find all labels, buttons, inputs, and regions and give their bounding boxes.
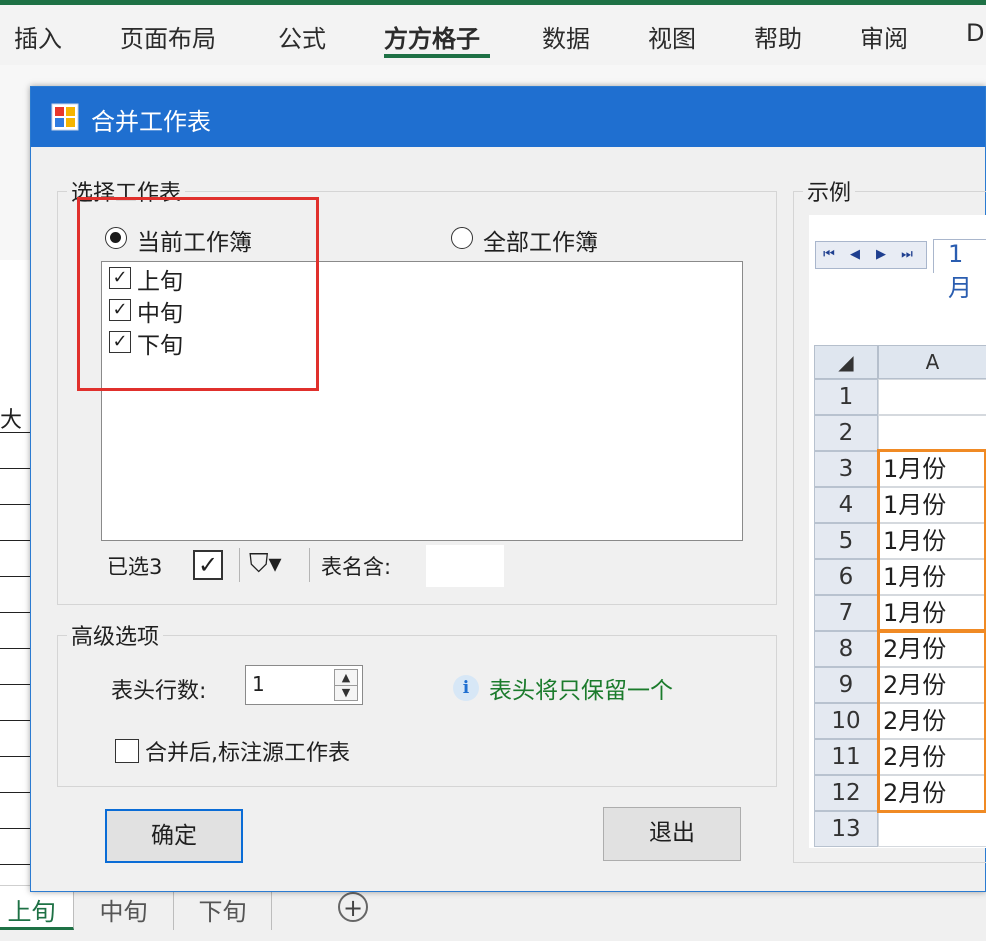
- row-header: 10: [814, 703, 878, 739]
- radio-all-workbooks[interactable]: [451, 227, 473, 249]
- spinner-buttons: ▲ ▼: [334, 669, 358, 701]
- sheet-tab-bar: 上旬 中旬 下旬: [0, 885, 986, 941]
- radio-all-workbooks-label[interactable]: 全部工作簿: [483, 223, 598, 257]
- header-rows-spinner[interactable]: 1 ▲ ▼: [245, 665, 363, 705]
- select-all-corner: ◢: [814, 345, 878, 379]
- example-cell: [878, 811, 986, 847]
- row-header: 9: [814, 667, 878, 703]
- cell-border: [0, 756, 32, 757]
- cell-border: [0, 864, 32, 865]
- ribbon-tab-bar: 插入 页面布局 公式 方方格子 数据 视图 帮助 审阅 D: [0, 5, 986, 65]
- prev-sheet-icon[interactable]: ◀: [844, 244, 866, 266]
- divider: [309, 548, 310, 582]
- mark-source-checkbox[interactable]: [115, 739, 139, 763]
- sheet-tab-shangxun[interactable]: 上旬: [0, 886, 74, 930]
- red-highlight-box: [77, 197, 319, 391]
- cell-border: [0, 648, 32, 649]
- cell-border: [0, 828, 32, 829]
- mark-source-label[interactable]: 合并后,标注源工作表: [145, 735, 350, 767]
- cell-border: [0, 684, 32, 685]
- row-header: 1: [814, 379, 878, 415]
- cell-border: [0, 468, 32, 469]
- select-all-checkbox[interactable]: ✓: [193, 550, 223, 580]
- name-contains-input[interactable]: [426, 545, 504, 587]
- example-sheet-tab: 1月: [933, 239, 986, 302]
- tab-overflow[interactable]: D: [966, 19, 984, 47]
- cell-border: [0, 612, 32, 613]
- first-sheet-icon[interactable]: ⏮: [818, 244, 840, 266]
- row-header: 3: [814, 451, 878, 487]
- orange-highlight-january: [877, 449, 986, 633]
- cell-border: [0, 720, 32, 721]
- merge-sheets-dialog: 合并工作表 选择工作表 当前工作簿 全部工作簿 ✓ 上旬 ✓ 中旬 ✓ 下旬 已…: [30, 86, 986, 892]
- tab-data[interactable]: 数据: [542, 19, 590, 54]
- worksheet-cell-text: 大: [0, 408, 23, 433]
- header-rows-value[interactable]: 1: [252, 672, 265, 696]
- row-header: 7: [814, 595, 878, 631]
- sheet-tab-zhongxun[interactable]: 中旬: [74, 886, 174, 930]
- header-rows-label: 表头行数:: [111, 679, 207, 704]
- row-header: 5: [814, 523, 878, 559]
- name-contains-label: 表名含:: [321, 555, 392, 579]
- row-header: 11: [814, 739, 878, 775]
- tab-help[interactable]: 帮助: [754, 19, 802, 54]
- example-group-label: 示例: [803, 175, 856, 207]
- ok-button[interactable]: 确定: [105, 809, 243, 863]
- last-sheet-icon[interactable]: ⏭: [896, 244, 918, 266]
- header-info-text: 表头将只保留一个: [489, 678, 673, 704]
- tab-review[interactable]: 审阅: [860, 19, 908, 54]
- cell-border: [0, 792, 32, 793]
- row-header: 6: [814, 559, 878, 595]
- plus-circle-icon[interactable]: +: [338, 892, 368, 922]
- row-header: 13: [814, 811, 878, 847]
- next-sheet-icon[interactable]: ▶: [870, 244, 892, 266]
- row-header: 4: [814, 487, 878, 523]
- cell-border: [0, 576, 32, 577]
- spinner-up-icon[interactable]: ▲: [335, 670, 357, 686]
- example-cell: [878, 415, 986, 451]
- sheet-nav-bar: ⏮ ◀ ▶ ⏭: [815, 241, 927, 269]
- column-header-a: A: [878, 345, 986, 379]
- cell-border: [0, 504, 32, 505]
- tab-page-layout[interactable]: 页面布局: [120, 19, 216, 54]
- row-header: 8: [814, 631, 878, 667]
- filter-icon[interactable]: ⛉▾: [249, 549, 282, 580]
- exit-button[interactable]: 退出: [603, 807, 741, 861]
- orange-highlight-february: [877, 629, 986, 813]
- cell-border: [0, 540, 32, 541]
- dialog-title: 合并工作表: [91, 108, 211, 136]
- row-header: 2: [814, 415, 878, 451]
- spinner-down-icon[interactable]: ▼: [335, 685, 357, 700]
- app-icon: [51, 103, 79, 131]
- dialog-title-bar: 合并工作表: [31, 87, 985, 147]
- tab-fangfanggezi[interactable]: 方方格子: [384, 19, 480, 54]
- row-header: 12: [814, 775, 878, 811]
- cell-border: [0, 432, 32, 433]
- advanced-options-group-label: 高级选项: [67, 619, 164, 651]
- tab-formulas[interactable]: 公式: [278, 19, 326, 54]
- example-cell: [878, 379, 986, 415]
- active-tab-underline: [384, 54, 490, 58]
- divider: [239, 548, 240, 582]
- sheet-tab-xiaxun[interactable]: 下旬: [174, 886, 272, 930]
- info-icon: i: [453, 675, 479, 701]
- tab-insert[interactable]: 插入: [14, 19, 62, 54]
- tab-view[interactable]: 视图: [648, 19, 696, 54]
- selected-count: 已选3: [107, 555, 163, 579]
